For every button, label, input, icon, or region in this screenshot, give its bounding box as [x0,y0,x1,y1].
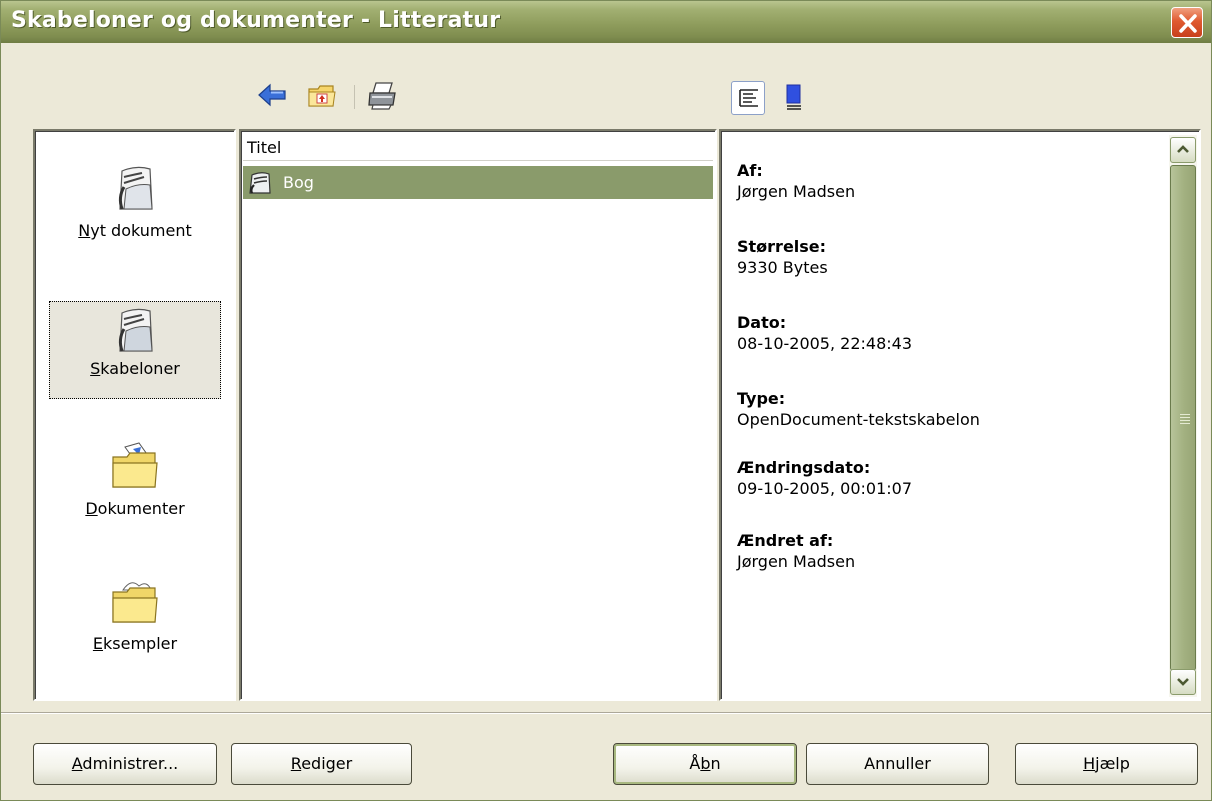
dialog-window: Skabeloner og dokumenter - Litteratur Ny… [0,0,1212,801]
chevron-down-icon [1177,678,1189,686]
property-label: Ændret af: [737,531,834,550]
property-value: 09-10-2005, 00:01:07 [737,479,913,498]
grip-line [1180,423,1190,424]
property-author: Af: Jørgen Madsen [737,161,855,201]
property-value: Jørgen Madsen [737,182,856,201]
manage-button[interactable]: Administrer... [33,743,217,785]
property-label: Ændringsdato: [737,458,871,477]
nav-item-documents[interactable]: Dokumenter [40,441,230,541]
new-document-icon [118,166,153,210]
document-preview-icon [786,84,801,110]
property-label: Dato: [737,313,787,332]
scroll-down-button[interactable] [1170,669,1196,695]
property-label: Type: [737,389,786,408]
toolbar-separator [354,85,355,109]
documents-folder-icon [112,442,158,488]
property-size: Størrelse: 9330 Bytes [737,237,828,277]
close-icon [1179,14,1197,33]
nav-item-examples[interactable]: Eksempler [40,576,230,676]
title-bar[interactable]: Skabeloner og dokumenter - Litteratur [1,1,1211,43]
help-button[interactable]: Hjælp [1015,743,1198,785]
preview-view-button[interactable] [777,81,811,115]
properties-panel: Af: Jørgen Madsen Størrelse: 9330 Bytes … [719,129,1201,701]
nav-item-label: Dokumenter [85,499,185,518]
property-value: OpenDocument-tekstskabelon [737,410,980,429]
scroll-thumb[interactable] [1170,165,1196,671]
template-list: Titel Bog [239,129,717,701]
document-properties-icon [739,89,758,107]
property-label: Størrelse: [737,237,827,256]
nav-item-label: Eksempler [92,634,178,653]
property-modified-by: Ændret af: Jørgen Madsen [737,531,855,571]
grip-line [1180,420,1190,421]
templates-icon [118,308,153,352]
property-date: Dato: 08-10-2005, 22:48:43 [737,313,912,353]
grip-line [1180,414,1190,415]
template-folder-icon [249,172,271,194]
nav-item-label: Nyt dokument [78,221,192,240]
column-header-title[interactable]: Titel [243,133,713,161]
folder-up-icon[interactable] [307,83,337,109]
property-label: Af: [737,161,763,180]
divider [1,712,1211,714]
window-title: Skabeloner og dokumenter - Litteratur [11,8,501,33]
list-item-label: Bog [283,173,314,192]
category-panel: Nyt dokument Skabeloner Dokumenter Eksem… [33,129,236,701]
print-icon[interactable] [367,81,399,111]
nav-item-label: Skabeloner [90,359,180,378]
nav-item-new-document[interactable]: Nyt dokument [40,163,230,263]
vertical-scrollbar[interactable] [1169,135,1197,697]
property-modified-date: Ændringsdato: 09-10-2005, 00:01:07 [737,458,912,498]
property-value: 9330 Bytes [737,258,828,277]
chevron-up-icon [1177,145,1189,153]
edit-button[interactable]: Rediger [231,743,412,785]
properties-view-button[interactable] [731,81,765,115]
back-arrow-icon[interactable] [257,83,287,107]
close-button[interactable] [1171,7,1203,38]
examples-folder-icon [112,582,158,623]
open-button[interactable]: Åbn [613,743,797,785]
nav-item-templates[interactable]: Skabeloner [49,301,221,399]
list-item[interactable]: Bog [243,166,713,199]
property-value: 08-10-2005, 22:48:43 [737,334,913,353]
scroll-up-button[interactable] [1170,137,1196,163]
grip-line [1180,417,1190,418]
cancel-button[interactable]: Annuller [806,743,989,785]
property-type: Type: OpenDocument-tekstskabelon [737,389,980,429]
property-value: Jørgen Madsen [737,552,856,571]
